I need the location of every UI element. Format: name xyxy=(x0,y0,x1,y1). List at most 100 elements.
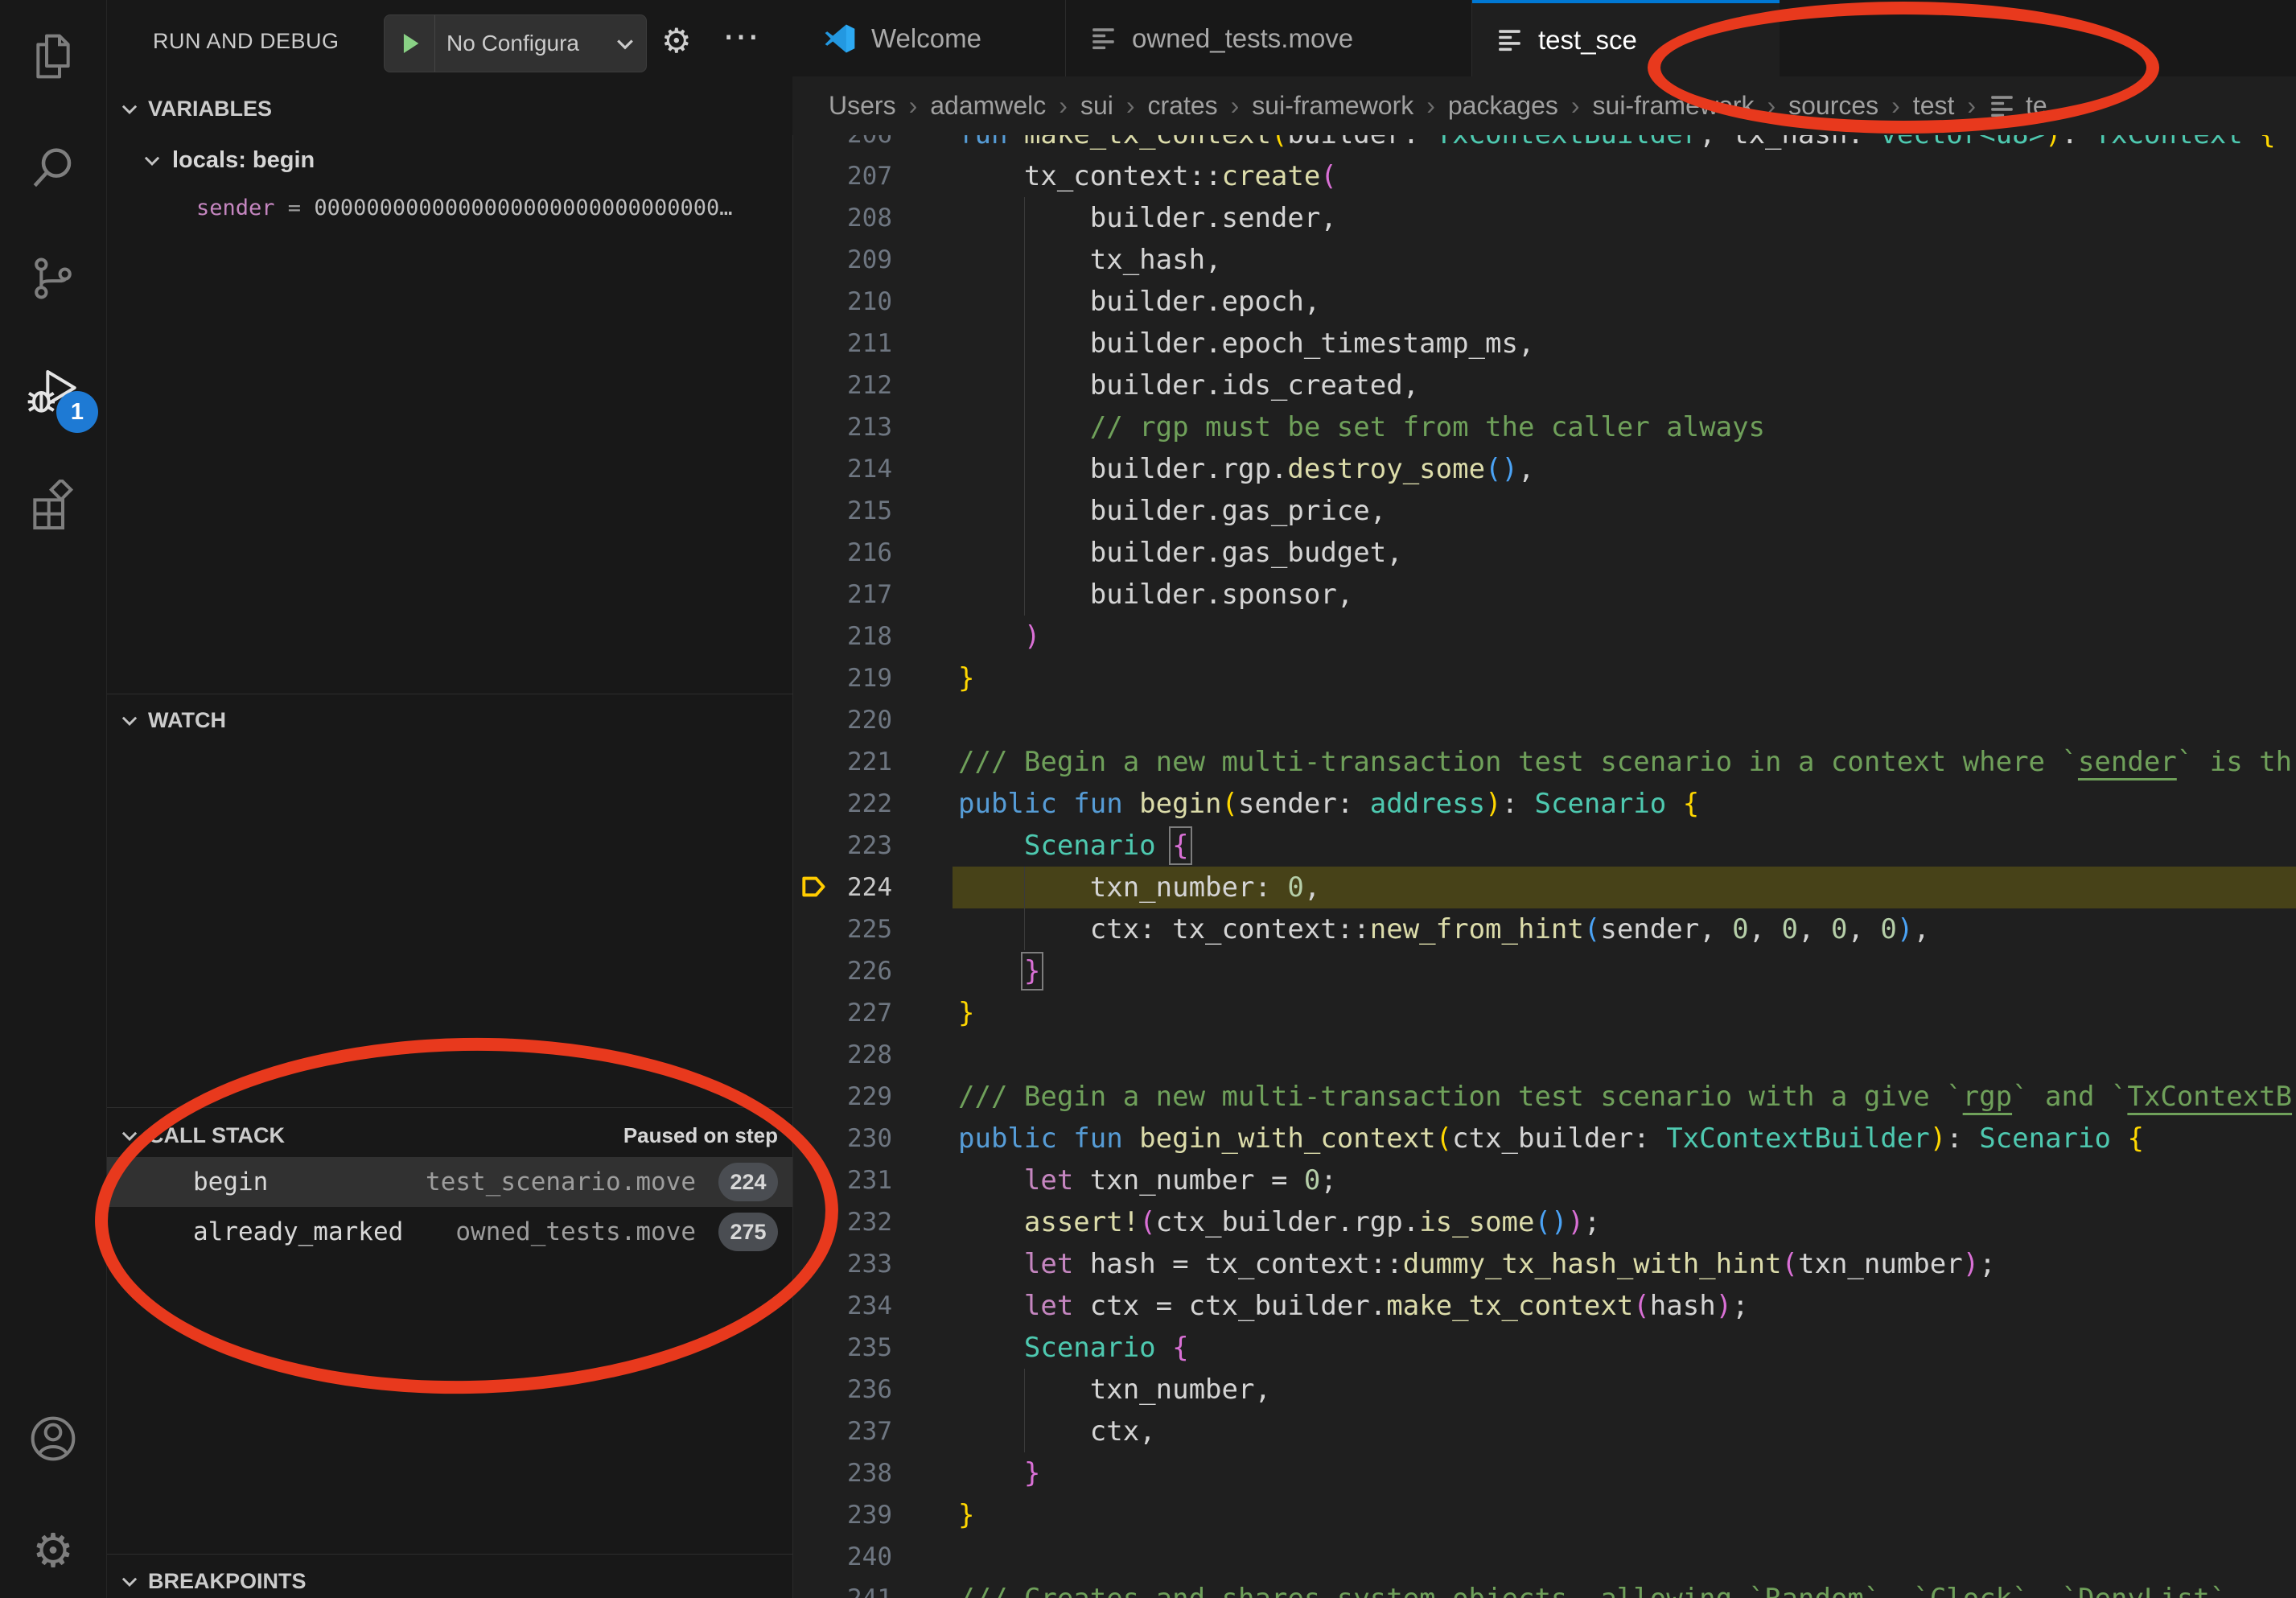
code-line[interactable]: 234 let ctx = ctx_builder.make_tx_contex… xyxy=(793,1285,2296,1327)
code-line[interactable]: 224 txn_number: 0, xyxy=(793,867,2296,908)
tab-owned-tests-move[interactable]: owned_tests.move xyxy=(1066,0,1472,76)
line-number[interactable]: 218 xyxy=(793,622,892,651)
code-line[interactable]: 237 ctx, xyxy=(793,1411,2296,1452)
code-line[interactable]: 236 txn_number, xyxy=(793,1369,2296,1411)
line-number[interactable]: 210 xyxy=(793,287,892,316)
line-number[interactable]: 217 xyxy=(793,580,892,609)
line-number[interactable]: 230 xyxy=(793,1124,892,1153)
more-actions-icon[interactable]: ⋯ xyxy=(722,14,759,58)
line-number[interactable]: 240 xyxy=(793,1542,892,1571)
line-number[interactable]: 222 xyxy=(793,789,892,818)
code-line[interactable]: 239} xyxy=(793,1494,2296,1536)
line-number[interactable]: 238 xyxy=(793,1459,892,1488)
line-number[interactable]: 227 xyxy=(793,999,892,1028)
line-number[interactable]: 231 xyxy=(793,1166,892,1195)
line-number[interactable]: 219 xyxy=(793,664,892,693)
code-line[interactable]: 229/// Begin a new multi-transaction tes… xyxy=(793,1076,2296,1118)
breakpoints-section-header[interactable]: BREAKPOINTS xyxy=(106,1563,792,1598)
line-number[interactable]: 213 xyxy=(793,413,892,442)
debug-config-dropdown[interactable]: No Configura xyxy=(435,31,612,56)
breadcrumb-item[interactable]: packages xyxy=(1448,91,1558,121)
call-stack-section-header[interactable]: CALL STACK Paused on step xyxy=(106,1117,792,1154)
tab-welcome[interactable]: Welcome xyxy=(799,0,1066,76)
code-line[interactable]: 209 tx_hash, xyxy=(793,239,2296,281)
code-line[interactable]: 216 builder.gas_budget, xyxy=(793,532,2296,574)
start-debug-play-icon[interactable] xyxy=(385,15,435,72)
line-number[interactable]: 237 xyxy=(793,1417,892,1446)
line-number[interactable]: 209 xyxy=(793,245,892,274)
line-number[interactable]: 226 xyxy=(793,957,892,986)
code-line[interactable]: 231 let txn_number = 0; xyxy=(793,1159,2296,1201)
code-editor[interactable]: 206fun make_tx_context(builder: TxContex… xyxy=(792,113,2296,1598)
breadcrumb-item[interactable]: sui-framework xyxy=(1593,91,1755,121)
line-number[interactable]: 235 xyxy=(793,1333,892,1362)
code-line[interactable]: 213 // rgp must be set from the caller a… xyxy=(793,406,2296,448)
code-line[interactable]: 233 let hash = tx_context::dummy_tx_hash… xyxy=(793,1243,2296,1285)
code-line[interactable]: 208 builder.sender, xyxy=(793,197,2296,239)
line-number[interactable]: 229 xyxy=(793,1082,892,1111)
code-line[interactable]: 215 builder.gas_price, xyxy=(793,490,2296,532)
explorer-icon[interactable] xyxy=(24,27,82,85)
code-line[interactable]: 228 xyxy=(793,1034,2296,1076)
code-line[interactable]: 212 builder.ids_created, xyxy=(793,364,2296,406)
line-number[interactable]: 234 xyxy=(793,1291,892,1320)
gear-icon[interactable]: ⚙ xyxy=(661,24,692,58)
code-line[interactable]: 230public fun begin_with_context(ctx_bui… xyxy=(793,1118,2296,1159)
line-number[interactable]: 207 xyxy=(793,162,892,191)
callstack-frame-already_marked[interactable]: already_markedowned_tests.move275 xyxy=(106,1207,792,1257)
breadcrumb-item[interactable]: sources xyxy=(1788,91,1878,121)
line-number[interactable]: 211 xyxy=(793,329,892,358)
code-line[interactable]: 207 tx_context::create( xyxy=(793,155,2296,197)
breadcrumb-file[interactable]: te xyxy=(2026,91,2047,121)
variables-scope-row[interactable]: locals: begin xyxy=(106,141,792,179)
line-number[interactable]: 220 xyxy=(793,706,892,735)
code-line[interactable]: 227} xyxy=(793,992,2296,1034)
line-number[interactable]: 233 xyxy=(793,1250,892,1279)
breadcrumb-item[interactable]: sui-framework xyxy=(1252,91,1413,121)
code-line[interactable]: 217 builder.sponsor, xyxy=(793,574,2296,616)
line-number[interactable]: 212 xyxy=(793,371,892,400)
line-number[interactable]: 241 xyxy=(793,1584,892,1598)
source-control-icon[interactable] xyxy=(24,249,82,307)
breadcrumb-item[interactable]: adamwelc xyxy=(930,91,1046,121)
line-number[interactable]: 236 xyxy=(793,1375,892,1404)
line-number[interactable]: 224 xyxy=(793,873,892,902)
watch-section-header[interactable]: WATCH xyxy=(106,702,792,739)
start-debugging-button[interactable]: No Configura xyxy=(384,14,647,72)
code-line[interactable]: 218 ) xyxy=(793,616,2296,657)
code-line[interactable]: 225 ctx: tx_context::new_from_hint(sende… xyxy=(793,908,2296,950)
code-line[interactable]: 241/// Creates and shares system objects… xyxy=(793,1578,2296,1598)
variables-section-header[interactable]: VARIABLES xyxy=(106,90,792,127)
variable-row-sender[interactable]: sender = 0000000000000000000000000000000… xyxy=(196,190,792,225)
code-line[interactable]: 210 builder.epoch, xyxy=(793,281,2296,323)
code-line[interactable]: 221/// Begin a new multi-transaction tes… xyxy=(793,741,2296,783)
line-number[interactable]: 221 xyxy=(793,748,892,776)
line-number[interactable]: 239 xyxy=(793,1501,892,1530)
code-line[interactable]: 223 Scenario { xyxy=(793,825,2296,867)
line-number[interactable]: 228 xyxy=(793,1040,892,1069)
settings-gear-icon[interactable]: ⚙ xyxy=(24,1522,82,1580)
callstack-frame-begin[interactable]: begintest_scenario.move224 xyxy=(106,1157,792,1207)
code-line[interactable]: 211 builder.epoch_timestamp_ms, xyxy=(793,323,2296,364)
breadcrumb-item[interactable]: crates xyxy=(1148,91,1218,121)
code-line[interactable]: 214 builder.rgp.destroy_some(), xyxy=(793,448,2296,490)
code-line[interactable]: 220 xyxy=(793,699,2296,741)
line-number[interactable]: 216 xyxy=(793,538,892,567)
code-line[interactable]: 226 } xyxy=(793,950,2296,992)
account-icon[interactable] xyxy=(24,1410,82,1468)
breadcrumb-item[interactable]: sui xyxy=(1080,91,1113,121)
extensions-icon[interactable] xyxy=(24,476,82,534)
line-number[interactable]: 215 xyxy=(793,496,892,525)
code-line[interactable]: 222public fun begin(sender: address): Sc… xyxy=(793,783,2296,825)
chevron-down-icon[interactable] xyxy=(612,32,646,55)
code-line[interactable]: 235 Scenario { xyxy=(793,1327,2296,1369)
line-number[interactable]: 214 xyxy=(793,455,892,484)
search-icon[interactable] xyxy=(24,138,82,196)
line-number[interactable]: 225 xyxy=(793,915,892,944)
tab-test-sce[interactable]: test_sce xyxy=(1472,0,1780,76)
line-number[interactable]: 232 xyxy=(793,1208,892,1237)
code-line[interactable]: 219} xyxy=(793,657,2296,699)
breadcrumb-item[interactable]: test xyxy=(1913,91,1955,121)
code-line[interactable]: 238 } xyxy=(793,1452,2296,1494)
code-line[interactable]: 240 xyxy=(793,1536,2296,1578)
